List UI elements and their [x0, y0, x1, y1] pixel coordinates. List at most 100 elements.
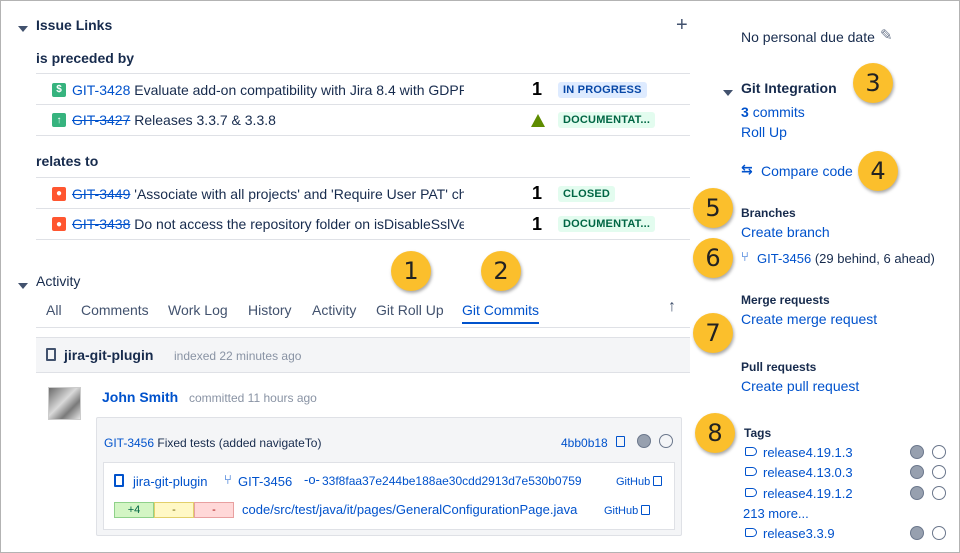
commit-icon: -o-	[304, 472, 320, 487]
issue-key-link[interactable]: GIT-3427	[72, 112, 130, 128]
tab-history[interactable]: History	[248, 302, 292, 318]
review-icon[interactable]	[910, 486, 924, 500]
copy-icon[interactable]	[616, 436, 625, 447]
link-count: 1	[532, 213, 543, 234]
tab-work-log[interactable]: Work Log	[168, 302, 228, 318]
status-badge: IN PROGRESS	[558, 81, 647, 98]
issue-key-link[interactable]: GIT-3449	[72, 186, 130, 202]
warning-icon	[531, 114, 545, 127]
roll-up-link[interactable]: Roll Up	[741, 124, 787, 140]
bug-icon: ●	[52, 217, 66, 231]
commit-message: Fixed tests (added navigateTo)	[157, 436, 322, 450]
pull-requests-title: Pull requests	[741, 360, 817, 374]
tag-link[interactable]: release3.3.9	[763, 526, 835, 541]
issue-links-toggle[interactable]	[18, 19, 28, 35]
link-count: 1	[532, 79, 543, 99]
activity-toggle[interactable]	[18, 276, 28, 292]
callout-badge: 7	[693, 313, 733, 353]
commits-label: commits	[752, 104, 805, 120]
callout-badge: 8	[695, 413, 735, 453]
merge-requests-title: Merge requests	[741, 293, 830, 307]
review-icon[interactable]	[910, 465, 924, 479]
link-group-label: relates to	[36, 153, 99, 169]
issue-summary: Do not access the repository folder on i…	[134, 216, 464, 232]
create-merge-request-link[interactable]: Create merge request	[741, 311, 877, 327]
create-pull-request-link[interactable]: Create pull request	[741, 378, 859, 394]
tab-activity[interactable]: Activity	[312, 302, 356, 318]
callout-badge: 6	[693, 238, 733, 278]
commit-card: GIT-3456 Fixed tests (added navigateTo) …	[96, 417, 682, 536]
callout-badge: 1	[391, 251, 431, 291]
issue-key-link[interactable]: GIT-3428	[72, 82, 130, 98]
tab-git-roll-up[interactable]: Git Roll Up	[376, 302, 444, 318]
compare-icon: ⇆	[741, 161, 753, 177]
pipeline-icon[interactable]	[932, 465, 946, 479]
commits-link[interactable]: 3 commits	[741, 104, 805, 120]
repository-icon	[114, 474, 124, 487]
status-badge: DOCUMENTAT...	[558, 112, 656, 128]
callout-badge: 2	[481, 251, 521, 291]
file-path-link[interactable]: code/src/test/java/it/pages/GeneralConfi…	[242, 502, 577, 517]
compare-code-link[interactable]: Compare code	[761, 163, 853, 179]
commit-issue-link[interactable]: GIT-3456	[104, 436, 154, 450]
link-group-label: is preceded by	[36, 50, 135, 66]
github-label: GitHub	[604, 505, 639, 517]
branches-title: Branches	[741, 206, 796, 220]
branch-icon: ⑂	[741, 249, 749, 264]
tag-icon	[745, 467, 757, 476]
improvement-icon: ↑	[52, 113, 66, 127]
author-link[interactable]: John Smith	[102, 389, 178, 405]
tag-link[interactable]: release4.13.0.3	[763, 465, 853, 480]
git-integration-toggle[interactable]	[723, 83, 733, 99]
activity-title: Activity	[36, 273, 81, 289]
sort-order-icon[interactable]: ↑	[668, 298, 676, 316]
review-icon[interactable]	[910, 445, 924, 459]
status-badge: DOCUMENTAT...	[558, 216, 656, 232]
callout-badge: 5	[693, 188, 733, 228]
review-icon[interactable]	[637, 434, 651, 448]
repository-header: jira-git-plugin indexed 22 minutes ago	[36, 337, 690, 373]
lines-added: +4	[114, 502, 154, 518]
branch-link[interactable]: GIT-3456	[757, 251, 811, 266]
tag-icon	[745, 528, 757, 537]
lines-deleted: -	[194, 502, 234, 518]
github-link[interactable]: GitHub	[616, 475, 663, 488]
pipeline-icon[interactable]	[659, 434, 673, 448]
pipeline-icon[interactable]	[932, 526, 946, 540]
edit-pencil-icon[interactable]: ✎	[880, 26, 893, 44]
more-tags-link[interactable]: 213 more...	[743, 506, 809, 521]
callout-badge: 3	[853, 63, 893, 103]
issue-link-row: ↑ GIT-3427 Releases 3.3.7 & 3.3.8 DOCUME…	[36, 104, 690, 136]
review-icon[interactable]	[910, 526, 924, 540]
bug-icon: ●	[52, 186, 66, 201]
tag-link[interactable]: release4.19.1.2	[763, 486, 853, 501]
repository-name: jira-git-plugin	[64, 347, 154, 363]
tab-all[interactable]: All	[46, 302, 62, 318]
tag-link[interactable]: release4.19.1.3	[763, 445, 853, 460]
link-count: 1	[532, 183, 543, 203]
repository-link[interactable]: jira-git-plugin	[133, 474, 207, 489]
pipeline-icon[interactable]	[932, 445, 946, 459]
create-branch-link[interactable]: Create branch	[741, 224, 830, 240]
issue-link-row: ● GIT-3438 Do not access the repository …	[36, 208, 690, 240]
tab-git-commits[interactable]: Git Commits	[462, 302, 539, 324]
tag-icon	[745, 488, 757, 497]
tags-title: Tags	[744, 426, 772, 440]
chevron-down-icon	[18, 26, 28, 32]
github-file-link[interactable]: GitHub	[604, 504, 651, 517]
story-icon: $	[52, 82, 66, 97]
tab-comments[interactable]: Comments	[81, 302, 149, 318]
pipeline-icon[interactable]	[932, 486, 946, 500]
add-link-button[interactable]: +	[676, 14, 688, 37]
repository-icon	[46, 348, 56, 361]
commit-details: jira-git-plugin ⑂ GIT-3456 -o- 33f8faa37…	[103, 462, 675, 530]
full-hash-link[interactable]: 33f8faa37e244be188ae30cdd2913d7e530b0759	[322, 474, 582, 488]
branch-link[interactable]: GIT-3456	[238, 474, 292, 489]
commit-hash-link[interactable]: 4bb0b18	[561, 436, 608, 450]
issue-key-link[interactable]: GIT-3438	[72, 216, 130, 232]
branch-icon: ⑂	[224, 472, 232, 487]
git-integration-title: Git Integration	[741, 80, 837, 96]
lines-changed: -	[154, 502, 194, 518]
chevron-down-icon	[723, 90, 733, 96]
github-label: GitHub	[616, 476, 651, 488]
